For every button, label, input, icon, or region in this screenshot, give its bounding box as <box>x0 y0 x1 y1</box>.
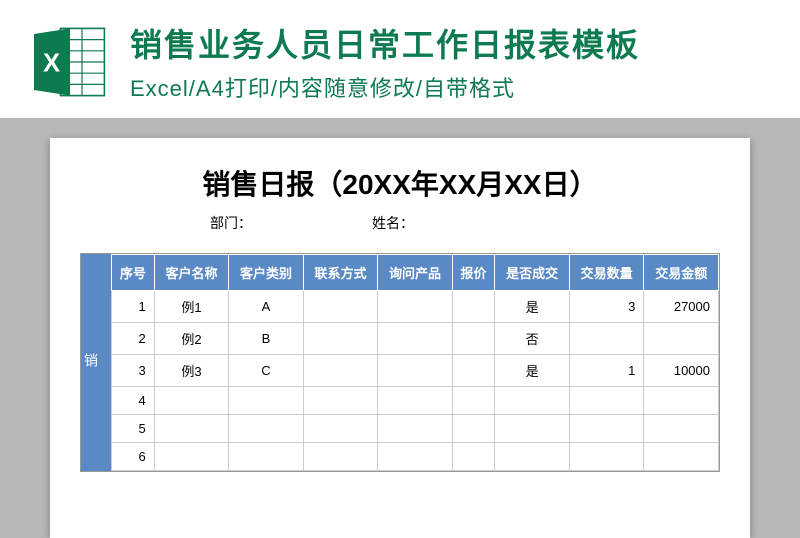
dept-label: 部门： <box>210 213 252 233</box>
cell-category <box>229 415 303 443</box>
cell-amount: 27000 <box>644 291 719 323</box>
table-row: 6 <box>112 443 719 471</box>
cell-contact <box>303 443 377 471</box>
cell-seq: 4 <box>112 387 155 415</box>
cell-customer: 例2 <box>154 323 228 355</box>
col-quote: 报价 <box>452 255 495 291</box>
cell-deal <box>495 443 569 471</box>
cell-category: A <box>229 291 303 323</box>
cell-quote <box>452 415 495 443</box>
cell-seq: 1 <box>112 291 155 323</box>
table-side-label: 销 <box>81 254 111 471</box>
cell-seq: 3 <box>112 355 155 387</box>
cell-product <box>378 443 452 471</box>
cell-category: C <box>229 355 303 387</box>
table-row: 5 <box>112 415 719 443</box>
cell-amount: 10000 <box>644 355 719 387</box>
cell-category: B <box>229 323 303 355</box>
cell-amount <box>644 387 719 415</box>
cell-qty <box>569 323 643 355</box>
col-product: 询问产品 <box>378 255 452 291</box>
cell-deal <box>495 387 569 415</box>
table-row: 3例3C 是110000 <box>112 355 719 387</box>
cell-quote <box>452 443 495 471</box>
cell-amount <box>644 323 719 355</box>
table-row: 4 <box>112 387 719 415</box>
document-title: 销售日报（20XX年XX月XX日） <box>80 163 720 203</box>
cell-contact <box>303 291 377 323</box>
col-seq: 序号 <box>112 255 155 291</box>
cell-quote <box>452 355 495 387</box>
cell-customer <box>154 387 228 415</box>
cell-contact <box>303 323 377 355</box>
cell-contact <box>303 355 377 387</box>
page-header: X 销售业务人员日常工作日报表模板 Excel/A4打印/内容随意修改/自带格式 <box>0 0 800 118</box>
page-title: 销售业务人员日常工作日报表模板 <box>130 20 770 66</box>
col-deal: 是否成交 <box>495 255 569 291</box>
cell-deal <box>495 415 569 443</box>
cell-customer: 例1 <box>154 291 228 323</box>
cell-amount <box>644 415 719 443</box>
cell-category <box>229 443 303 471</box>
cell-seq: 2 <box>112 323 155 355</box>
cell-customer <box>154 443 228 471</box>
document-preview-area: 销售日报（20XX年XX月XX日） 部门： 姓名： 销 序号 客户名称 客户类别… <box>0 118 800 538</box>
cell-product <box>378 415 452 443</box>
cell-seq: 6 <box>112 443 155 471</box>
cell-deal: 是 <box>495 291 569 323</box>
cell-qty <box>569 443 643 471</box>
col-amount: 交易金额 <box>644 255 719 291</box>
cell-quote <box>452 291 495 323</box>
cell-contact <box>303 415 377 443</box>
cell-contact <box>303 387 377 415</box>
cell-customer <box>154 415 228 443</box>
cell-product <box>378 355 452 387</box>
document-sheet: 销售日报（20XX年XX月XX日） 部门： 姓名： 销 序号 客户名称 客户类别… <box>50 138 750 538</box>
cell-category <box>229 387 303 415</box>
cell-qty: 1 <box>569 355 643 387</box>
table-row: 1例1A 是327000 <box>112 291 719 323</box>
cell-qty <box>569 415 643 443</box>
cell-qty <box>569 387 643 415</box>
header-text: 销售业务人员日常工作日报表模板 Excel/A4打印/内容随意修改/自带格式 <box>130 20 770 103</box>
excel-icon: X <box>30 22 110 102</box>
col-customer: 客户名称 <box>154 255 228 291</box>
cell-amount <box>644 443 719 471</box>
document-meta: 部门： 姓名： <box>80 213 720 233</box>
name-label: 姓名： <box>372 213 414 233</box>
cell-deal: 是 <box>495 355 569 387</box>
cell-deal: 否 <box>495 323 569 355</box>
page-subtitle: Excel/A4打印/内容随意修改/自带格式 <box>130 71 770 103</box>
sales-table: 序号 客户名称 客户类别 联系方式 询问产品 报价 是否成交 交易数量 交易金额… <box>111 254 719 471</box>
col-qty: 交易数量 <box>569 255 643 291</box>
cell-product <box>378 323 452 355</box>
cell-quote <box>452 323 495 355</box>
cell-quote <box>452 387 495 415</box>
cell-product <box>378 291 452 323</box>
cell-qty: 3 <box>569 291 643 323</box>
svg-text:X: X <box>43 49 60 77</box>
col-category: 客户类别 <box>229 255 303 291</box>
table-container: 销 序号 客户名称 客户类别 联系方式 询问产品 报价 是否成交 交易数量 交易… <box>80 253 720 472</box>
table-row: 2例2B 否 <box>112 323 719 355</box>
cell-product <box>378 387 452 415</box>
cell-customer: 例3 <box>154 355 228 387</box>
table-header-row: 序号 客户名称 客户类别 联系方式 询问产品 报价 是否成交 交易数量 交易金额 <box>112 255 719 291</box>
cell-seq: 5 <box>112 415 155 443</box>
col-contact: 联系方式 <box>303 255 377 291</box>
